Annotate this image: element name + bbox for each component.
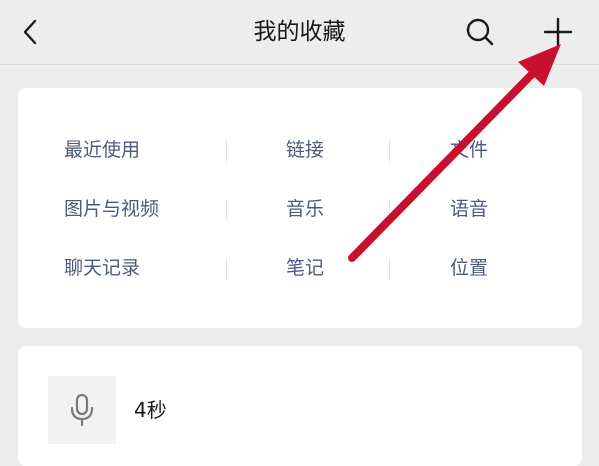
category-voice[interactable]: 语音 bbox=[450, 189, 488, 229]
divider bbox=[226, 258, 227, 280]
divider bbox=[226, 140, 227, 162]
navigation-bar: 我的收藏 bbox=[0, 0, 599, 65]
divider bbox=[389, 258, 390, 280]
microphone-icon bbox=[70, 393, 94, 427]
category-recent[interactable]: 最近使用 bbox=[64, 130, 140, 170]
back-button[interactable] bbox=[10, 10, 50, 54]
category-photos-videos[interactable]: 图片与视频 bbox=[64, 189, 159, 229]
search-icon bbox=[466, 18, 494, 46]
category-notes[interactable]: 笔记 bbox=[286, 248, 324, 288]
plus-icon bbox=[543, 17, 573, 47]
category-files[interactable]: 文件 bbox=[450, 130, 488, 170]
category-row: 图片与视频 音乐 语音 bbox=[18, 189, 582, 229]
voice-duration: 4秒 bbox=[134, 398, 167, 422]
divider bbox=[389, 199, 390, 221]
category-location[interactable]: 位置 bbox=[450, 248, 488, 288]
chevron-left-icon bbox=[23, 19, 37, 45]
divider bbox=[226, 199, 227, 221]
voice-thumbnail bbox=[48, 376, 116, 444]
category-music[interactable]: 音乐 bbox=[286, 189, 324, 229]
search-button[interactable] bbox=[458, 10, 502, 54]
category-row: 最近使用 链接 文件 bbox=[18, 130, 582, 170]
divider bbox=[389, 140, 390, 162]
category-row: 聊天记录 笔记 位置 bbox=[18, 248, 582, 288]
favorite-item[interactable]: 4秒 bbox=[18, 346, 582, 466]
add-button[interactable] bbox=[536, 10, 580, 54]
page-title: 我的收藏 bbox=[253, 19, 346, 45]
category-chat-history[interactable]: 聊天记录 bbox=[64, 248, 140, 288]
category-grid: 最近使用 链接 文件 图片与视频 音乐 语音 聊天记录 笔记 位置 bbox=[18, 88, 582, 328]
category-links[interactable]: 链接 bbox=[286, 130, 324, 170]
